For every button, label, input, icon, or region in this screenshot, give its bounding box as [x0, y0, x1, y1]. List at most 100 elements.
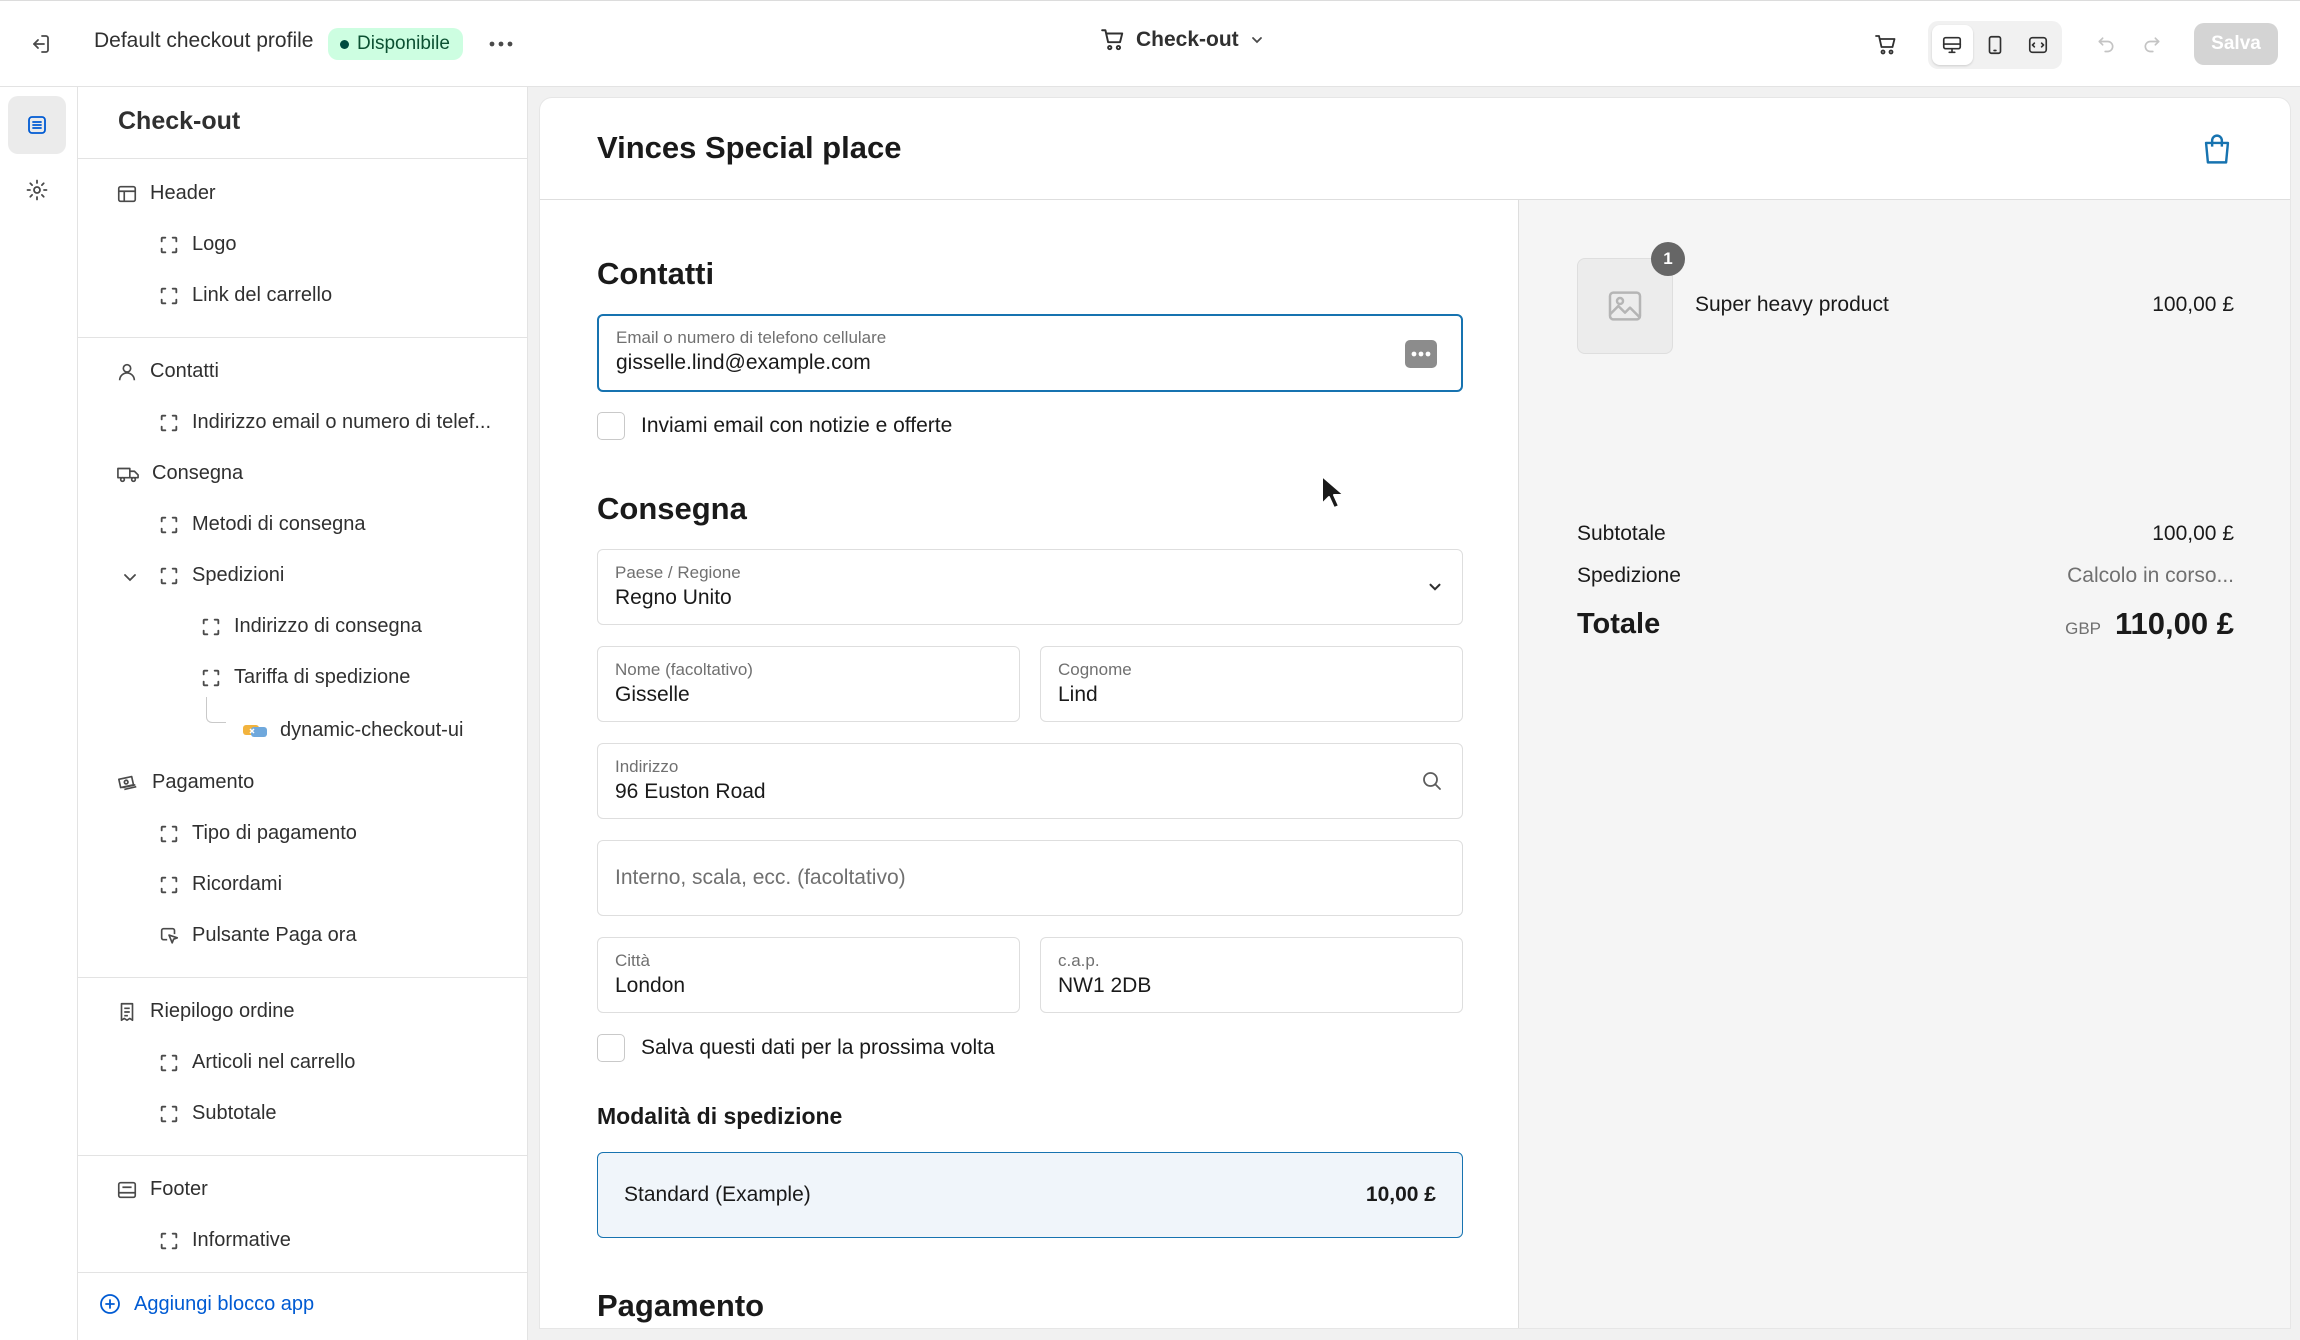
mobile-view-icon[interactable] [1975, 25, 2016, 65]
sidebar-item-label: Pulsante Paga ora [192, 924, 357, 946]
more-actions-icon[interactable] [484, 27, 518, 61]
block-icon [160, 414, 178, 431]
shopping-bag-icon[interactable] [2202, 132, 2234, 168]
subtotal-label: Subtotale [1577, 522, 1666, 545]
sidebar-item-label: Consegna [152, 462, 244, 484]
product-price: 100,00 £ [2152, 293, 2234, 316]
cursor-block-icon [160, 927, 179, 944]
total-currency: GBP [2065, 619, 2102, 638]
save-info-row[interactable]: Salva questi dati per la prossima volta [597, 1034, 995, 1062]
settings-gear-icon[interactable] [8, 161, 66, 219]
page-selector[interactable]: Check-out [1100, 27, 1265, 53]
undo-icon[interactable] [2090, 27, 2122, 61]
postcode-label: c.a.p. [1058, 951, 1100, 970]
sidebar-item-dynamic-checkout-ui[interactable]: dynamic-checkout-ui [242, 719, 463, 742]
redo-icon[interactable] [2136, 27, 2168, 61]
sidebar-item-pay-now-button[interactable]: Pulsante Paga ora [158, 924, 357, 947]
sidebar-item-payment[interactable]: Pagamento [116, 771, 254, 794]
postcode-value: NW1 2DB [1058, 974, 1152, 997]
collapse-chevron-icon[interactable] [120, 567, 140, 587]
sections-icon[interactable] [8, 96, 66, 154]
save-button[interactable]: Salva [2194, 23, 2278, 65]
sidebar-item-label: Link del carrello [192, 284, 333, 306]
sidebar-item-contacts[interactable]: Contatti [116, 360, 219, 383]
sidebar-item-shipping-address[interactable]: Indirizzo di consegna [200, 615, 422, 638]
country-select[interactable]: Paese / Regione Regno Unito [597, 549, 1463, 625]
sidebar-item-order-summary[interactable]: Riepilogo ordine [116, 1000, 295, 1023]
subtotal-value: 100,00 £ [2152, 522, 2234, 545]
save-info-checkbox[interactable] [597, 1034, 625, 1062]
person-icon [118, 363, 136, 380]
total-label: Totale [1577, 608, 1661, 640]
sidebar-item-logo[interactable]: Logo [158, 233, 237, 256]
sidebar-item-delivery-methods[interactable]: Metodi di consegna [158, 513, 365, 536]
sidebar-item-shipping-rate[interactable]: Tariffa di spedizione [200, 666, 410, 689]
sidebar-item-policies[interactable]: Informative [158, 1229, 291, 1252]
address-label: Indirizzo [615, 757, 679, 776]
newsletter-checkbox[interactable] [597, 412, 625, 440]
last-name-field[interactable]: Cognome Lind [1040, 646, 1463, 722]
sections-sidebar: Check-out Header Logo Link del carrello … [78, 87, 528, 1340]
sidebar-item-cart-items[interactable]: Articoli nel carrello [158, 1051, 355, 1074]
sidebar-item-header[interactable]: Header [116, 182, 216, 205]
checkout-preview: Vinces Special place Contatti Email o nu… [540, 98, 2290, 1328]
add-app-block-button[interactable]: Aggiungi blocco app [98, 1292, 314, 1316]
plus-circle-icon [100, 1294, 120, 1314]
status-dot [340, 39, 349, 49]
block-icon [160, 1232, 178, 1249]
block-icon [160, 825, 178, 842]
address-field[interactable]: Indirizzo 96 Euston Road [597, 743, 1463, 819]
desktop-view-icon[interactable] [1932, 25, 1973, 65]
exit-icon[interactable] [22, 26, 58, 62]
store-name[interactable]: Vinces Special place [597, 130, 901, 166]
cash-icon [118, 775, 137, 790]
cart-icon [1101, 29, 1124, 51]
first-name-field[interactable]: Nome (facoltativo) Gisselle [597, 646, 1020, 722]
sidebar-item-label: Indirizzo di consegna [234, 615, 422, 637]
chevron-down-icon [1251, 37, 1262, 44]
last-name-label: Cognome [1058, 660, 1132, 679]
view-cart-icon[interactable] [1868, 27, 1904, 63]
sidebar-item-label: Articoli nel carrello [192, 1051, 356, 1073]
block-icon [160, 287, 178, 304]
sidebar-item-label: Indirizzo email o numero di telef... [192, 411, 492, 433]
sidebar-item-label: Tipo di pagamento [192, 822, 357, 844]
tree-connector [206, 697, 226, 723]
newsletter-row[interactable]: Inviami email con notizie e offerte [597, 412, 952, 440]
sidebar-item-cart-link[interactable]: Link del carrello [158, 284, 332, 307]
autofill-dots-icon[interactable] [1405, 340, 1437, 373]
delivery-heading: Consegna [597, 491, 747, 526]
block-icon [202, 618, 220, 635]
address-value: 96 Euston Road [615, 780, 766, 803]
divider [78, 1155, 527, 1156]
city-field[interactable]: Città London [597, 937, 1020, 1013]
sidebar-item-remember-me[interactable]: Ricordami [158, 873, 282, 896]
sidebar-item-label: Spedizioni [192, 564, 285, 586]
image-placeholder-icon [1608, 291, 1642, 321]
last-name-value: Lind [1058, 683, 1098, 706]
sidebar-item-footer[interactable]: Footer [116, 1178, 208, 1201]
sidebar-item-shipments[interactable]: Spedizioni [158, 564, 284, 587]
sidebar-item-label: Subtotale [192, 1102, 277, 1124]
add-app-block-label: Aggiungi blocco app [134, 1292, 315, 1315]
sidebar-item-label: Tariffa di spedizione [234, 666, 411, 688]
sidebar-item-subtotal[interactable]: Subtotale [158, 1102, 277, 1125]
sidebar-item-payment-type[interactable]: Tipo di pagamento [158, 822, 357, 845]
truck-icon [117, 467, 139, 482]
block-icon [160, 236, 178, 253]
email-field[interactable]: Email o numero di telefono cellulare gis… [597, 314, 1463, 392]
product-name: Super heavy product [1695, 293, 1889, 316]
sidebar-item-delivery[interactable]: Consegna [116, 462, 243, 485]
profile-name: Default checkout profile [94, 29, 314, 52]
apartment-field[interactable]: Interno, scala, ecc. (facoltativo) [597, 840, 1463, 916]
postcode-field[interactable]: c.a.p. NW1 2DB [1040, 937, 1463, 1013]
country-value: Regno Unito [615, 586, 732, 609]
sidebar-item-email-phone[interactable]: Indirizzo email o numero di telef... [158, 411, 491, 434]
divider [78, 158, 527, 159]
fullscreen-view-icon[interactable] [2017, 25, 2058, 65]
checkout-form: Contatti Email o numero di telefono cell… [540, 200, 1518, 1328]
block-icon [202, 669, 220, 686]
shipping-option[interactable]: Standard (Example) 10,00 £ [597, 1152, 1463, 1238]
shipping-option-name: Standard (Example) [624, 1183, 811, 1206]
sidebar-title: Check-out [118, 107, 241, 135]
